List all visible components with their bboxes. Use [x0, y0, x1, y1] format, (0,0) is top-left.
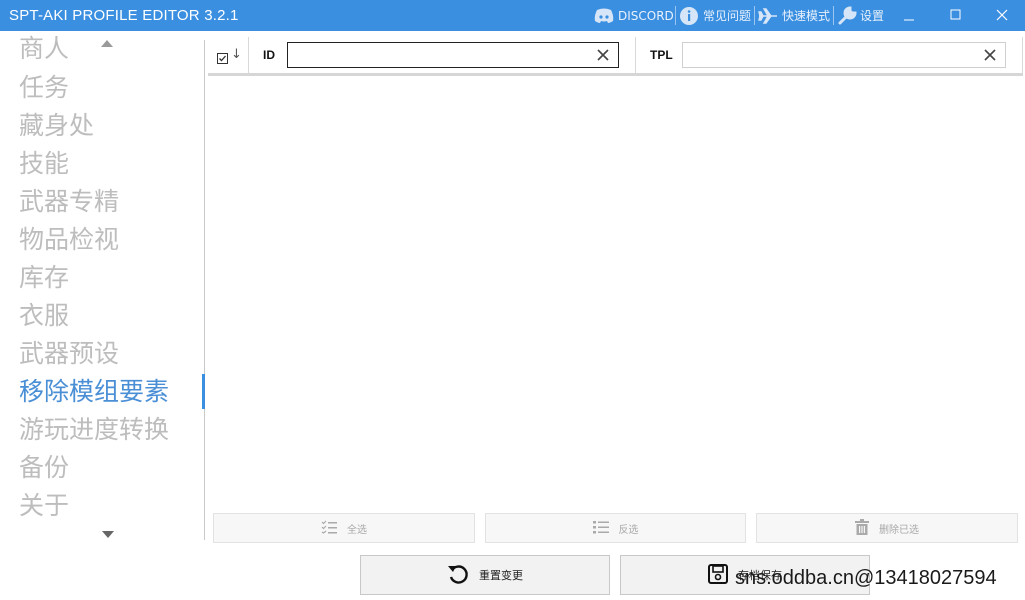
list-icon	[592, 520, 609, 537]
maximize-button[interactable]	[933, 0, 979, 31]
trash-icon	[855, 518, 869, 538]
sidebar-item-about[interactable]: 关于	[19, 488, 69, 526]
column-divider	[1022, 37, 1023, 73]
sidebar-item-backup[interactable]: 备份	[19, 450, 69, 488]
tpl-filter-field[interactable]	[682, 42, 1006, 68]
settings-link[interactable]: 设置	[837, 0, 884, 31]
item-list	[208, 76, 1023, 509]
reset-changes-button[interactable]: 重置变更	[360, 555, 610, 595]
divider	[754, 6, 755, 25]
info-icon	[679, 6, 699, 26]
minimize-button[interactable]	[887, 0, 933, 31]
sidebar-item-weapon-mastery[interactable]: 武器专精	[19, 184, 119, 222]
column-divider	[248, 37, 249, 73]
title-bar: SPT-AKI PROFILE EDITOR 3.2.1 DISCORD 常见问…	[0, 0, 1025, 31]
clear-id-icon[interactable]	[596, 47, 612, 63]
active-indicator	[202, 374, 205, 409]
save-icon	[708, 563, 728, 587]
wrench-icon	[837, 5, 857, 26]
quick-mode-link[interactable]: 快速模式	[758, 0, 830, 31]
tpl-filter-input[interactable]	[683, 43, 1005, 67]
sidebar-divider	[204, 40, 205, 540]
delete-selected-button[interactable]: 删除已选	[756, 513, 1018, 543]
reset-changes-label: 重置变更	[479, 569, 523, 582]
divider	[833, 6, 834, 25]
clear-tpl-icon[interactable]	[983, 47, 999, 63]
sidebar-item-hideout[interactable]: 藏身处	[19, 108, 94, 146]
sidebar-item-progress-transfer[interactable]: 游玩进度转换	[19, 412, 169, 450]
sidebar: 商人 任务 藏身处 技能 武器专精 物品检视 库存 衣服 武器预设 移除模组要素…	[0, 31, 204, 540]
sidebar-item-clothing[interactable]: 衣服	[19, 298, 69, 336]
watermark-text: sns.oddba.cn@13418027594	[735, 567, 997, 589]
sidebar-item-remove-mods[interactable]: 移除模组要素	[19, 374, 169, 412]
close-button[interactable]	[979, 0, 1025, 31]
maximize-icon	[950, 6, 962, 25]
sidebar-item-traders[interactable]: 商人	[19, 31, 69, 69]
quick-mode-label: 快速模式	[782, 9, 831, 23]
discord-link[interactable]: DISCORD	[593, 0, 674, 31]
scroll-up-arrow-icon[interactable]	[101, 40, 113, 47]
divider	[675, 6, 676, 25]
select-all-button[interactable]: 全选	[213, 513, 475, 543]
id-column-label: ID	[263, 48, 275, 62]
undo-icon	[447, 563, 469, 588]
discord-label: DISCORD	[618, 8, 674, 23]
delete-selected-label: 删除已选	[879, 524, 919, 536]
id-filter-input[interactable]	[288, 43, 618, 67]
select-all-label: 全选	[347, 524, 367, 536]
close-icon	[996, 6, 1008, 25]
sidebar-item-quests[interactable]: 任务	[19, 70, 69, 108]
sort-arrow-icon[interactable]: ↓	[231, 47, 242, 62]
scroll-down-arrow-icon[interactable]	[102, 531, 114, 538]
invert-label: 反选	[618, 524, 639, 536]
app-title: SPT-AKI PROFILE EDITOR 3.2.1	[9, 7, 239, 24]
tpl-column-label: TPL	[650, 48, 673, 62]
sidebar-item-examine-items[interactable]: 物品检视	[19, 222, 119, 260]
select-all-checkbox[interactable]	[217, 50, 229, 69]
sidebar-item-weapon-presets[interactable]: 武器预设	[19, 336, 119, 374]
airplane-icon	[758, 7, 778, 24]
sidebar-item-skills[interactable]: 技能	[19, 146, 69, 184]
faq-link[interactable]: 常见问题	[679, 0, 751, 31]
checklist-icon	[321, 520, 337, 537]
column-divider	[635, 37, 636, 73]
id-filter-field[interactable]	[287, 42, 619, 68]
discord-icon	[593, 8, 615, 24]
faq-label: 常见问题	[703, 9, 752, 23]
settings-label: 设置	[860, 9, 885, 23]
invert-selection-button[interactable]: 反选	[485, 513, 746, 543]
sidebar-item-stash[interactable]: 库存	[19, 260, 69, 298]
minimize-icon	[904, 6, 916, 25]
